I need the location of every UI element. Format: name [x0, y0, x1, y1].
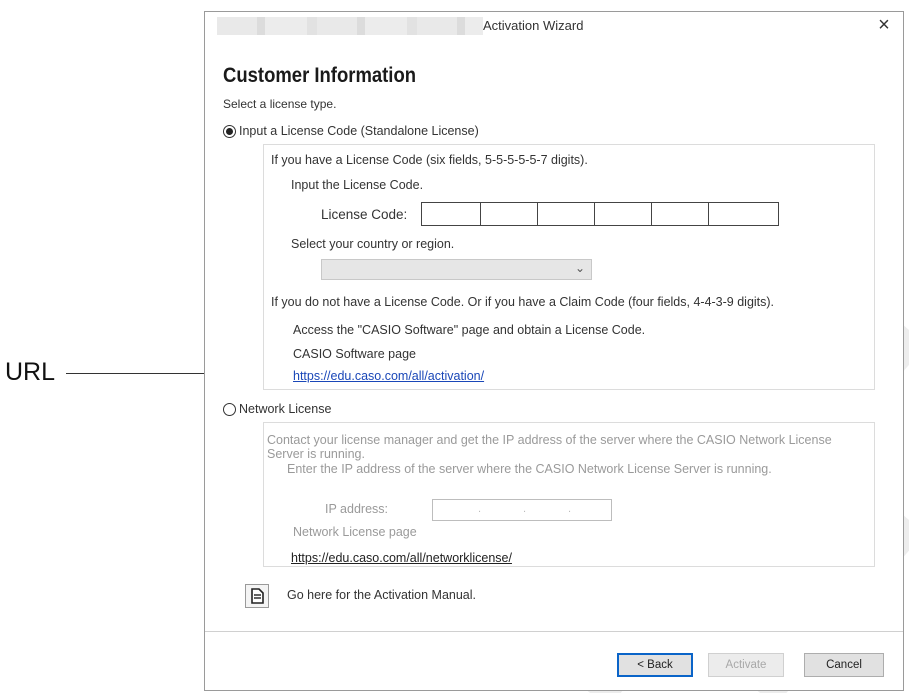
cancel-button[interactable]: Cancel — [804, 653, 884, 677]
network-license-radio[interactable] — [223, 403, 236, 416]
footer-separator — [205, 631, 903, 632]
country-region-select[interactable]: ⌄ — [321, 259, 592, 280]
select-license-type-label: Select a license type. — [223, 97, 337, 111]
country-region-label: Select your country or region. — [291, 237, 455, 251]
ip-address-field[interactable]: . . . — [432, 499, 612, 521]
access-casio-text: Access the "CASIO Software" page and obt… — [293, 323, 646, 337]
network-license-url-link[interactable]: https://edu.caso.com/all/networklicense/ — [291, 551, 512, 565]
license-code-field-5[interactable] — [651, 202, 709, 226]
license-code-field-4[interactable] — [594, 202, 652, 226]
activation-url-link[interactable]: https://edu.caso.com/all/activation/ — [293, 369, 484, 383]
standalone-license-radio[interactable] — [223, 125, 236, 138]
input-code-text: Input the License Code. — [291, 178, 424, 192]
ip-address-label: IP address: — [325, 502, 389, 516]
document-icon — [251, 588, 264, 604]
contact-manager-text-line2: Server is running. — [267, 447, 365, 461]
network-license-label[interactable]: Network License — [239, 402, 331, 416]
close-button[interactable]: × — [873, 14, 895, 36]
standalone-license-label[interactable]: Input a License Code (Standalone License… — [239, 124, 479, 138]
ip-separator-dot: . — [568, 503, 572, 515]
chevron-down-icon: ⌄ — [574, 261, 585, 275]
activate-button[interactable]: Activate — [708, 653, 784, 677]
window-title: Activation Wizard — [483, 18, 584, 33]
close-icon: × — [878, 14, 890, 36]
ip-separator-dot: . — [523, 503, 527, 515]
license-code-field-1[interactable] — [421, 202, 481, 226]
license-code-field-2[interactable] — [480, 202, 538, 226]
contact-manager-text-line1: Contact your license manager and get the… — [267, 433, 832, 447]
network-license-page-label: Network License page — [293, 525, 417, 539]
title-bar[interactable]: Activation Wizard × — [205, 12, 903, 40]
license-code-label: License Code: — [321, 207, 408, 222]
page-title: Customer Information — [223, 64, 417, 87]
license-code-field-3[interactable] — [537, 202, 595, 226]
manual-button[interactable] — [245, 584, 269, 608]
ip-separator-dot: . — [478, 503, 482, 515]
activation-manual-text[interactable]: Go here for the Activation Manual. — [287, 588, 476, 602]
back-button[interactable]: < Back — [617, 653, 693, 677]
have-code-text: If you have a License Code (six fields, … — [271, 153, 588, 167]
casio-software-page-label: CASIO Software page — [293, 347, 416, 361]
title-bar-blurred-area — [217, 17, 483, 35]
no-code-text: If you do not have a License Code. Or if… — [271, 295, 775, 309]
license-code-fields — [421, 202, 779, 226]
activation-wizard-window: Activation Wizard × Customer Information… — [204, 11, 904, 691]
license-code-field-6[interactable] — [708, 202, 779, 226]
enter-ip-text: Enter the IP address of the server where… — [287, 462, 772, 476]
url-callout-label: URL — [5, 358, 56, 386]
